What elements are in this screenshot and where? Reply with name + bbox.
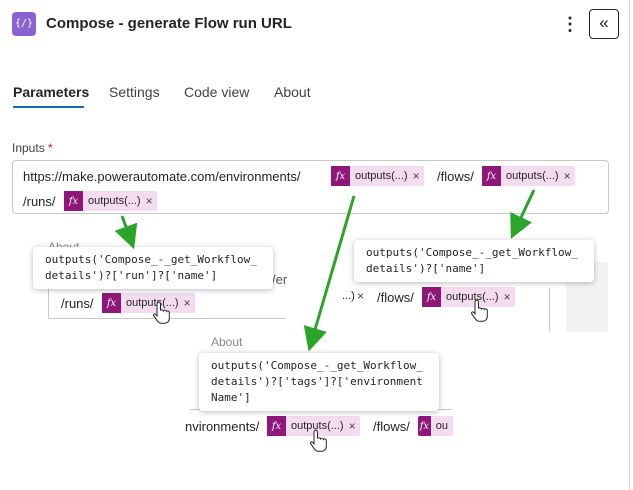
hand-cursor-icon [471, 299, 488, 322]
hand-cursor-icon [310, 429, 327, 452]
annotation-overlay [114, 189, 536, 452]
arrow-run-token [114, 215, 138, 250]
arrow-flow-token [510, 189, 536, 239]
hand-cursor-icon [153, 301, 170, 324]
arrow-environment-token [303, 195, 356, 352]
